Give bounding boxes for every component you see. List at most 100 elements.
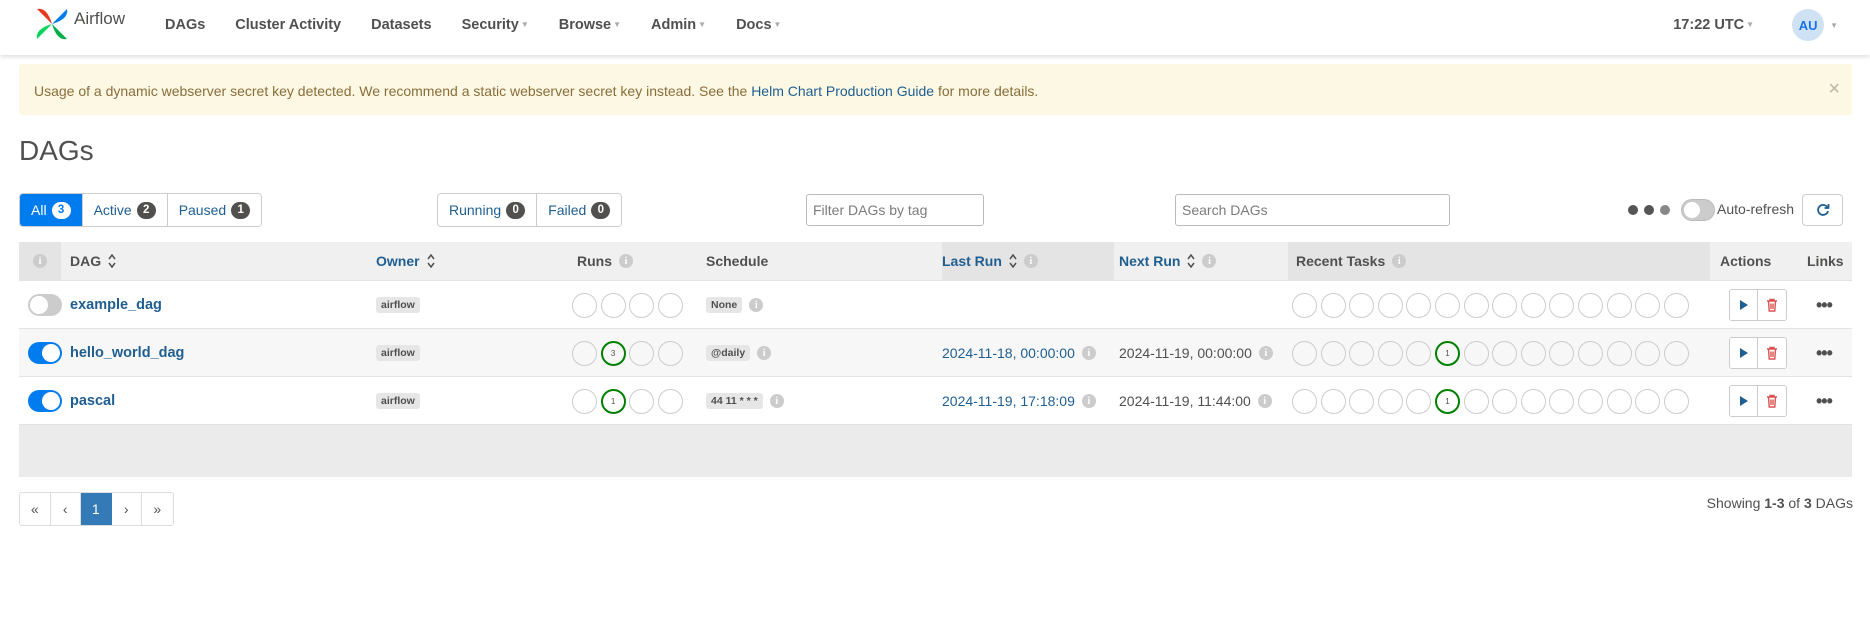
info-icon[interactable]: i (1257, 394, 1272, 408)
filter-paused[interactable]: Paused 1 (167, 194, 262, 226)
task-status-circle[interactable] (1492, 388, 1518, 414)
task-status-circle[interactable] (1292, 388, 1317, 414)
last-run-link[interactable]: 2024-11-19, 17:18:09 (942, 393, 1075, 409)
info-icon[interactable]: i (1392, 254, 1407, 268)
info-icon[interactable]: i (749, 298, 764, 312)
task-status-circle[interactable] (1606, 292, 1632, 318)
last-page-button[interactable]: » (142, 493, 173, 525)
task-status-circle[interactable] (1349, 340, 1375, 366)
delete-dag-button[interactable] (1758, 290, 1786, 320)
task-status-circle[interactable] (1549, 388, 1575, 414)
nav-item-admin[interactable]: Admin ▼ (636, 17, 721, 33)
dag-link[interactable]: pascal (70, 393, 115, 409)
info-icon[interactable]: i (619, 254, 633, 268)
task-status-circle[interactable] (1320, 388, 1346, 414)
task-status-circle[interactable] (1635, 388, 1661, 414)
task-status-circle[interactable] (1406, 388, 1432, 414)
task-status-circle[interactable] (1635, 292, 1661, 318)
nav-item-docs[interactable]: Docs ▼ (721, 17, 796, 33)
task-status-circle[interactable] (1663, 388, 1689, 414)
run-status-circle[interactable] (657, 340, 683, 366)
run-status-circle[interactable] (572, 340, 597, 366)
task-status-circle[interactable] (1492, 340, 1518, 366)
task-status-circle[interactable] (1406, 292, 1432, 318)
nav-item-cluster-activity[interactable]: Cluster Activity (220, 17, 356, 33)
run-status-circle[interactable] (572, 292, 597, 318)
next-page-button[interactable]: › (111, 493, 142, 525)
owner-tag[interactable]: airflow (376, 297, 420, 313)
task-status-circle[interactable] (1663, 340, 1689, 366)
pause-toggle[interactable] (28, 390, 62, 412)
run-status-circle[interactable] (572, 388, 597, 414)
filter-failed[interactable]: Failed 0 (537, 194, 622, 226)
trigger-dag-button[interactable] (1730, 386, 1758, 416)
info-icon[interactable]: i (1081, 394, 1096, 408)
task-status-circle[interactable] (1434, 292, 1460, 318)
info-icon[interactable]: i (1081, 346, 1096, 360)
task-status-circle[interactable] (1492, 292, 1518, 318)
run-status-circle[interactable] (629, 340, 655, 366)
info-icon[interactable]: i (757, 346, 772, 360)
nav-item-security[interactable]: Security ▼ (447, 17, 544, 33)
delete-dag-button[interactable] (1758, 386, 1786, 416)
close-icon[interactable]: × (1828, 78, 1840, 101)
clock-menu[interactable]: 17:22 UTC ▼ (1673, 17, 1754, 33)
filter-active[interactable]: Active 2 (82, 194, 168, 226)
more-links-icon[interactable]: ••• (1816, 295, 1833, 316)
task-status-circle[interactable] (1377, 388, 1403, 414)
task-status-circle[interactable] (1349, 292, 1375, 318)
header-last-run[interactable]: Last Run i (942, 242, 1114, 280)
run-status-circle[interactable]: 3 (600, 340, 626, 366)
filter-running[interactable]: Running 0 (438, 194, 538, 226)
run-status-circle[interactable] (629, 292, 655, 318)
nav-item-browse[interactable]: Browse ▼ (544, 17, 636, 33)
run-status-circle[interactable] (600, 292, 626, 318)
task-status-circle[interactable] (1463, 340, 1489, 366)
task-status-circle[interactable] (1320, 292, 1346, 318)
task-status-circle[interactable]: 1 (1434, 388, 1460, 414)
task-status-circle[interactable] (1577, 388, 1603, 414)
tag-filter-input[interactable] (806, 194, 984, 226)
task-status-circle[interactable] (1377, 340, 1403, 366)
brand[interactable]: Airflow (33, 5, 125, 43)
pause-toggle[interactable] (28, 342, 62, 364)
task-status-circle[interactable] (1520, 340, 1546, 366)
task-status-circle[interactable] (1577, 340, 1603, 366)
prev-page-button[interactable]: ‹ (50, 493, 81, 525)
first-page-button[interactable]: « (20, 493, 51, 525)
header-dag[interactable]: DAG (70, 242, 116, 280)
info-icon[interactable]: i (33, 254, 47, 268)
helm-guide-link[interactable]: Helm Chart Production Guide (751, 83, 934, 99)
task-status-circle[interactable]: 1 (1434, 340, 1460, 366)
pause-toggle[interactable] (28, 294, 62, 316)
run-status-circle[interactable] (629, 388, 655, 414)
trigger-dag-button[interactable] (1730, 338, 1758, 368)
task-status-circle[interactable] (1292, 340, 1317, 366)
info-icon[interactable]: i (1258, 346, 1273, 360)
task-status-circle[interactable] (1463, 388, 1489, 414)
task-status-circle[interactable] (1377, 292, 1403, 318)
nav-item-dags[interactable]: DAGs (150, 17, 220, 33)
info-icon[interactable]: i (769, 394, 784, 408)
user-avatar[interactable]: AU (1792, 9, 1825, 41)
more-links-icon[interactable]: ••• (1816, 391, 1833, 412)
header-next-run[interactable]: Next Run i (1119, 242, 1217, 280)
refresh-button[interactable] (1802, 194, 1843, 226)
task-status-circle[interactable] (1292, 292, 1317, 318)
auto-refresh-toggle[interactable] (1681, 199, 1715, 221)
owner-tag[interactable]: airflow (376, 345, 420, 361)
task-status-circle[interactable] (1520, 388, 1546, 414)
task-status-circle[interactable] (1635, 340, 1661, 366)
owner-tag[interactable]: airflow (376, 393, 420, 409)
task-status-circle[interactable] (1320, 340, 1346, 366)
nav-item-datasets[interactable]: Datasets (356, 17, 446, 33)
task-status-circle[interactable] (1349, 388, 1375, 414)
more-links-icon[interactable]: ••• (1816, 343, 1833, 364)
filter-all[interactable]: All 3 (20, 194, 83, 226)
info-icon[interactable]: i (1202, 254, 1217, 268)
task-status-circle[interactable] (1520, 292, 1546, 318)
delete-dag-button[interactable] (1758, 338, 1786, 368)
page-1-button[interactable]: 1 (81, 493, 112, 525)
dag-link[interactable]: hello_world_dag (70, 345, 184, 361)
trigger-dag-button[interactable] (1730, 290, 1758, 320)
